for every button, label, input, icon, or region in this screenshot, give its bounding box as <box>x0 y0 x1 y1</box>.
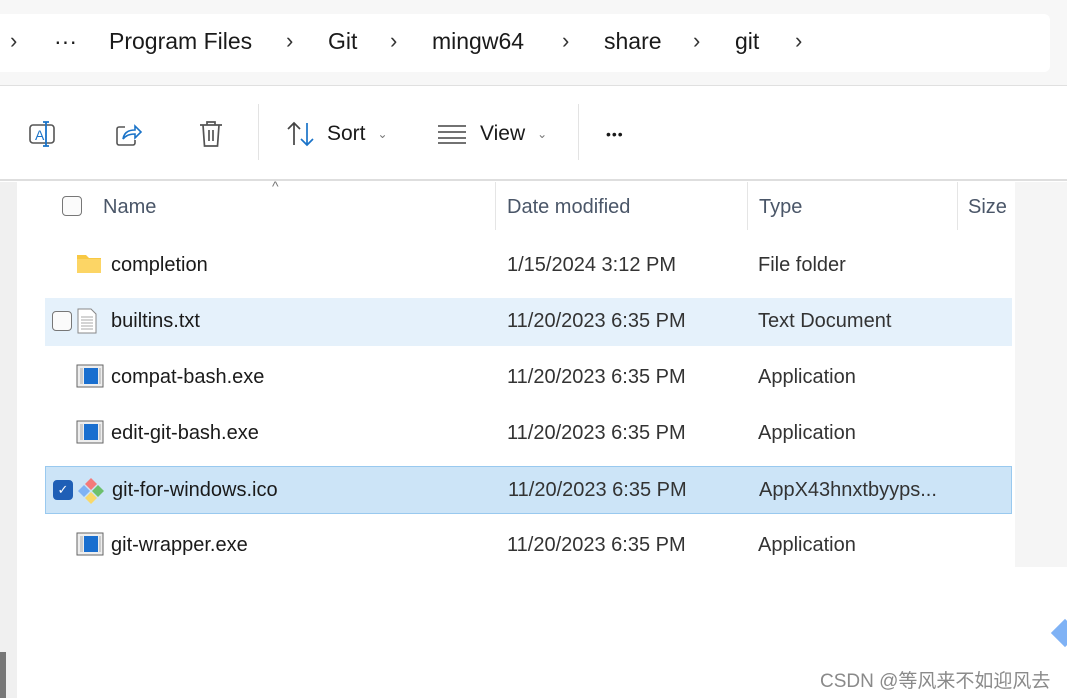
breadcrumb-item-git[interactable]: Git <box>328 28 357 55</box>
application-icon <box>76 364 104 390</box>
floating-widget[interactable] <box>1050 618 1067 648</box>
file-date: 11/20/2023 6:35 PM <box>508 479 687 501</box>
file-row[interactable]: ✓ git-for-windows.ico 11/20/2023 6:35 PM Ap… <box>45 466 1012 514</box>
rename-button[interactable]: A <box>28 116 58 152</box>
column-divider[interactable] <box>495 182 496 230</box>
chevron-right-icon[interactable]: › <box>390 28 397 54</box>
select-all-checkbox[interactable] <box>62 196 82 216</box>
row-checkbox[interactable]: ✓ <box>53 480 73 500</box>
file-row[interactable]: compat-bash.exe 11/20/2023 6:35 PM Applica… <box>45 354 1012 402</box>
file-row[interactable]: builtins.txt 11/20/2023 6:35 PM Text Docum… <box>45 298 1012 346</box>
file-date: 11/20/2023 6:35 PM <box>507 366 686 388</box>
file-date: 1/15/2024 3:12 PM <box>507 254 677 276</box>
column-divider[interactable] <box>747 182 748 230</box>
chevron-down-icon: ⌄ <box>537 127 548 141</box>
rename-icon: A <box>29 121 55 147</box>
file-name: git-for-windows.ico <box>112 479 278 501</box>
file-date: 11/20/2023 6:35 PM <box>507 422 686 444</box>
file-type: File folder <box>758 254 846 276</box>
share-icon <box>116 124 143 146</box>
file-row[interactable]: completion 1/15/2024 3:12 PM File folder <box>45 242 1012 290</box>
breadcrumb-item-mingw64[interactable]: mingw64 <box>432 28 524 55</box>
folder-icon <box>76 252 102 278</box>
navigation-pane-edge <box>0 182 17 698</box>
row-checkbox[interactable] <box>52 311 72 331</box>
column-header-size[interactable]: Size <box>968 196 1007 219</box>
sort-button[interactable]: Sort ⌄ <box>285 116 388 152</box>
toolbar-divider <box>258 104 259 160</box>
file-type: AppX43hnxtbyyps... <box>759 479 937 501</box>
more-options-button[interactable]: ••• <box>606 116 624 152</box>
column-header-type[interactable]: Type <box>759 196 802 219</box>
file-type: Text Document <box>758 310 892 332</box>
breadcrumb-item-program-files[interactable]: Program Files <box>109 28 252 55</box>
git-icon <box>77 477 104 504</box>
column-header-date[interactable]: Date modified <box>507 196 630 219</box>
breadcrumb[interactable]: › ··· Program Files › Git › mingw64 › sh… <box>0 14 1050 72</box>
chevron-right-icon[interactable]: › <box>562 28 569 54</box>
file-date: 11/20/2023 6:35 PM <box>507 534 686 556</box>
breadcrumb-item-share[interactable]: share <box>604 28 662 55</box>
column-divider[interactable] <box>957 182 958 230</box>
column-header-name[interactable]: Name <box>103 196 156 219</box>
chevron-right-icon[interactable]: › <box>10 28 17 54</box>
file-date: 11/20/2023 6:35 PM <box>507 310 686 332</box>
breadcrumb-item-git-current[interactable]: git <box>735 28 759 55</box>
details-pane-edge <box>1015 182 1067 567</box>
sort-label: Sort <box>327 122 366 145</box>
file-name: git-wrapper.exe <box>111 534 248 556</box>
watermark: CSDN @等风来不如迎风去 <box>820 671 1051 692</box>
file-name: completion <box>111 254 208 276</box>
sort-icon <box>287 121 314 147</box>
view-button[interactable]: View ⌄ <box>437 116 547 152</box>
scrollbar[interactable] <box>0 652 6 698</box>
file-name: compat-bash.exe <box>111 366 265 388</box>
file-type: Application <box>758 422 856 444</box>
chevron-right-icon[interactable]: › <box>693 28 700 54</box>
text-file-icon <box>76 308 102 334</box>
view-label: View <box>480 122 526 145</box>
toolbar-divider <box>578 104 579 160</box>
file-name: builtins.txt <box>111 310 200 332</box>
file-type: Application <box>758 534 856 556</box>
file-row[interactable]: edit-git-bash.exe 11/20/2023 6:35 PM Appli… <box>45 410 1012 458</box>
application-icon <box>76 420 104 446</box>
chevron-down-icon: ⌄ <box>377 127 388 141</box>
svg-text:A: A <box>35 127 45 143</box>
file-type: Application <box>758 366 856 388</box>
column-header-row: Name ^ Date modified Type Size <box>17 178 1013 232</box>
sort-ascending-icon: ^ <box>272 178 279 194</box>
application-icon <box>76 532 104 558</box>
breadcrumb-overflow[interactable]: ··· <box>54 28 77 55</box>
delete-button[interactable] <box>197 116 225 152</box>
address-bar-area: › ··· Program Files › Git › mingw64 › sh… <box>0 0 1067 86</box>
file-row[interactable]: git-wrapper.exe 11/20/2023 6:35 PM Applica… <box>45 522 1012 570</box>
trash-icon <box>200 121 222 147</box>
command-bar: A Sort ⌄ View ⌄ ••• <box>0 86 1067 181</box>
chevron-right-icon[interactable]: › <box>795 28 802 54</box>
list-view-icon <box>438 125 466 144</box>
share-button[interactable] <box>113 116 143 152</box>
file-name: edit-git-bash.exe <box>111 422 259 444</box>
chevron-right-icon[interactable]: › <box>286 28 293 54</box>
